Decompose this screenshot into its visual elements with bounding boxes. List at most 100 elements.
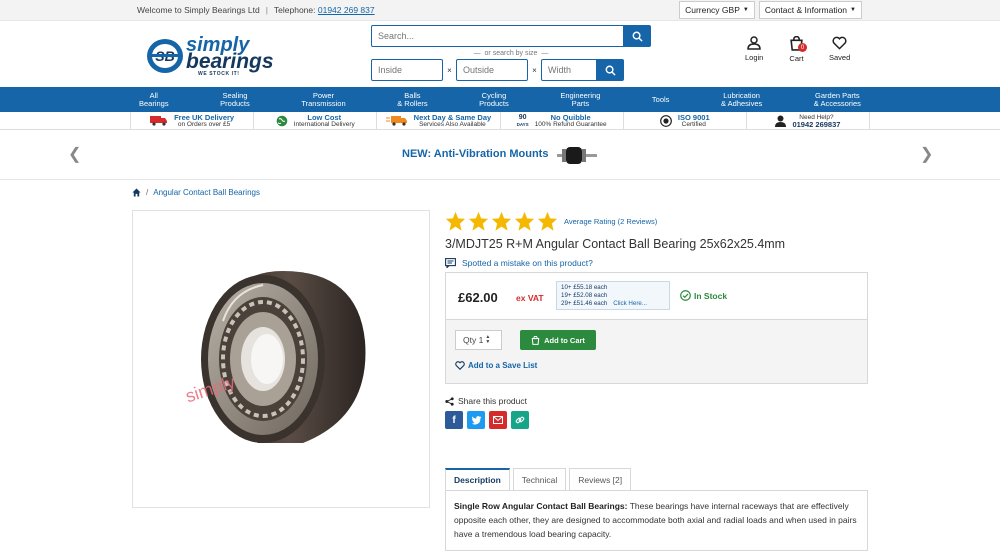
- tier-more-link[interactable]: Click Here...: [613, 300, 647, 307]
- usp-title: Next Day & Same Day: [413, 112, 492, 122]
- bearing-photo: [201, 271, 366, 443]
- copy-link-icon[interactable]: [511, 411, 529, 429]
- check-circle-icon: [680, 290, 691, 301]
- site-logo[interactable]: SB simply bearings WE STOCK IT!: [146, 35, 286, 77]
- usp-subtitle: Services Also Available: [419, 120, 486, 128]
- search-button[interactable]: [624, 25, 651, 47]
- nav-item-balls-rollers[interactable]: Balls & Rollers: [397, 91, 427, 108]
- nav-item-tools[interactable]: Tools: [652, 95, 670, 104]
- tab-description[interactable]: Description: [445, 468, 510, 490]
- top-bar-left: Welcome to Simply Bearings Ltd | Telephone…: [137, 5, 375, 15]
- usp-free-delivery: Free UK Delivery on Orders over £5: [130, 112, 255, 129]
- usp-subtitle: Certified: [681, 120, 706, 128]
- nav-item-cycling-products[interactable]: Cycling Products: [479, 91, 509, 108]
- usp-bar: Free UK Delivery on Orders over £5 Low Co…: [0, 112, 1000, 130]
- rating-row: Average Rating (2 Reviews): [445, 210, 868, 232]
- width-field[interactable]: [541, 59, 597, 81]
- search-input[interactable]: [371, 25, 624, 47]
- outside-diameter-field[interactable]: [456, 59, 528, 81]
- facebook-share-icon[interactable]: f: [445, 411, 463, 429]
- size-search-button[interactable]: [597, 59, 624, 81]
- chevron-left-icon[interactable]: ❮: [68, 144, 81, 164]
- comment-icon: [445, 258, 456, 268]
- product-details: Average Rating (2 Reviews) 3/MDJT25 R+M …: [445, 210, 868, 551]
- product-image[interactable]: simply: [132, 210, 430, 508]
- star-icon: [514, 211, 535, 231]
- add-to-save-list-link[interactable]: Add to a Save List: [455, 361, 537, 370]
- search-panel: — or search by size — × ×: [371, 25, 651, 81]
- promo-link[interactable]: NEW: Anti-Vibration Mounts: [402, 148, 548, 160]
- usp-title: No Quibble: [550, 112, 591, 122]
- product-title: 3/MDJT25 R+M Angular Contact Ball Bearin…: [445, 237, 786, 251]
- heart-icon: [832, 36, 847, 50]
- save-list-label: Add to a Save List: [468, 361, 538, 370]
- quantity-stepper[interactable]: Qty 1 ▲ ▼: [455, 330, 502, 350]
- qty-value: 1: [478, 335, 484, 345]
- welcome-text: Welcome to Simply Bearings Ltd: [137, 5, 260, 15]
- description-panel: Single Row Angular Contact Ball Bearings…: [445, 491, 868, 551]
- contact-dropdown[interactable]: Contact & Information ▼: [758, 1, 862, 19]
- usp-iso: ISO 9001 Certified: [624, 112, 747, 129]
- tier-price: 19+ £52.08 each: [561, 291, 608, 299]
- star-icon: [491, 211, 512, 231]
- tab-reviews[interactable]: Reviews [2]: [569, 468, 632, 490]
- telephone-label: Telephone:: [273, 5, 316, 15]
- breadcrumb: / Angular Contact Ball Bearings: [132, 188, 260, 197]
- saved-link[interactable]: Saved: [829, 36, 850, 62]
- main-navigation: All Bearings Sealing Products Power Transmi…: [0, 87, 1000, 112]
- twitter-share-icon[interactable]: [467, 411, 485, 429]
- top-bar: Welcome to Simply Bearings Ltd | Telephone…: [0, 0, 1000, 21]
- star-icon: [445, 211, 466, 231]
- telephone-link[interactable]: 01942 269 837: [318, 5, 375, 15]
- reviews-link[interactable]: Average Rating (2 Reviews): [564, 217, 657, 226]
- login-label: Login: [745, 53, 764, 62]
- report-mistake-link[interactable]: Spotted a mistake on this product?: [445, 258, 868, 268]
- usp-subtitle: International Delivery: [293, 120, 355, 128]
- nav-item-engineering-parts[interactable]: Engineering Parts: [560, 91, 600, 108]
- price-box: £62.00 ex VAT 10+ £55.18 each 19+ £52.08…: [445, 272, 868, 320]
- usp-phone: 01942 269837: [792, 119, 841, 129]
- quantity-discount-box[interactable]: 10+ £55.18 each 19+ £52.08 each 29+ £51.…: [556, 281, 670, 310]
- breadcrumb-separator: /: [146, 188, 149, 197]
- share-icon: [445, 396, 454, 406]
- search-icon: [632, 31, 643, 42]
- truck-icon: [150, 116, 168, 126]
- caret-down-icon: ▼: [742, 7, 749, 13]
- breadcrumb-category-link[interactable]: Angular Contact Ball Bearings: [153, 188, 260, 197]
- cart-count-badge: 0: [798, 43, 807, 52]
- days-label: DAYS: [516, 121, 529, 127]
- usp-no-quibble: 90 DAYS No Quibble 100% Refund Guarantee: [501, 112, 624, 129]
- iso-icon: [660, 114, 672, 127]
- tab-technical[interactable]: Technical: [512, 468, 567, 490]
- nav-item-garden-parts[interactable]: Garden Parts & Accessories: [814, 91, 861, 108]
- home-icon[interactable]: [132, 188, 141, 197]
- stepper-arrows-icon[interactable]: ▲ ▼: [485, 335, 490, 345]
- fast-truck-icon: [385, 116, 407, 126]
- inside-diameter-field[interactable]: [371, 59, 443, 81]
- nav-item-lubrication[interactable]: Lubrication & Adhesives: [721, 91, 762, 108]
- usp-title: ISO 9001: [677, 112, 710, 122]
- share-label: Share this product: [458, 396, 527, 406]
- email-share-icon[interactable]: [489, 411, 507, 429]
- globe-icon: [276, 115, 288, 126]
- product-tabs: Description Technical Reviews [2]: [445, 468, 868, 491]
- nav-item-all-bearings[interactable]: All Bearings: [139, 91, 169, 108]
- shopping-bag-icon: [531, 335, 540, 345]
- add-to-cart-button[interactable]: Add to Cart: [520, 330, 596, 350]
- qty-label: Qty: [463, 335, 477, 345]
- currency-dropdown[interactable]: Currency GBP ▼: [679, 1, 755, 19]
- usp-subtitle: on Orders over £5: [177, 120, 231, 128]
- chevron-right-icon[interactable]: ❯: [920, 144, 933, 164]
- saved-label: Saved: [829, 53, 851, 62]
- tier-price: 10+ £55.18 each: [561, 284, 608, 291]
- usp-next-day: Next Day & Same Day Services Also Availab…: [377, 112, 501, 129]
- product-price: £62.00: [458, 290, 498, 305]
- vat-label: ex VAT: [516, 293, 544, 303]
- login-link[interactable]: Login: [745, 36, 763, 62]
- nav-item-power-transmission[interactable]: Power Transmission: [301, 91, 345, 108]
- stock-status: In Stock: [680, 290, 727, 301]
- logo-text-bearings: bearings: [186, 50, 274, 73]
- contact-label: Contact & Information: [764, 5, 848, 15]
- cart-link[interactable]: 0 Cart: [789, 36, 807, 63]
- nav-item-sealing-products[interactable]: Sealing Products: [220, 91, 250, 108]
